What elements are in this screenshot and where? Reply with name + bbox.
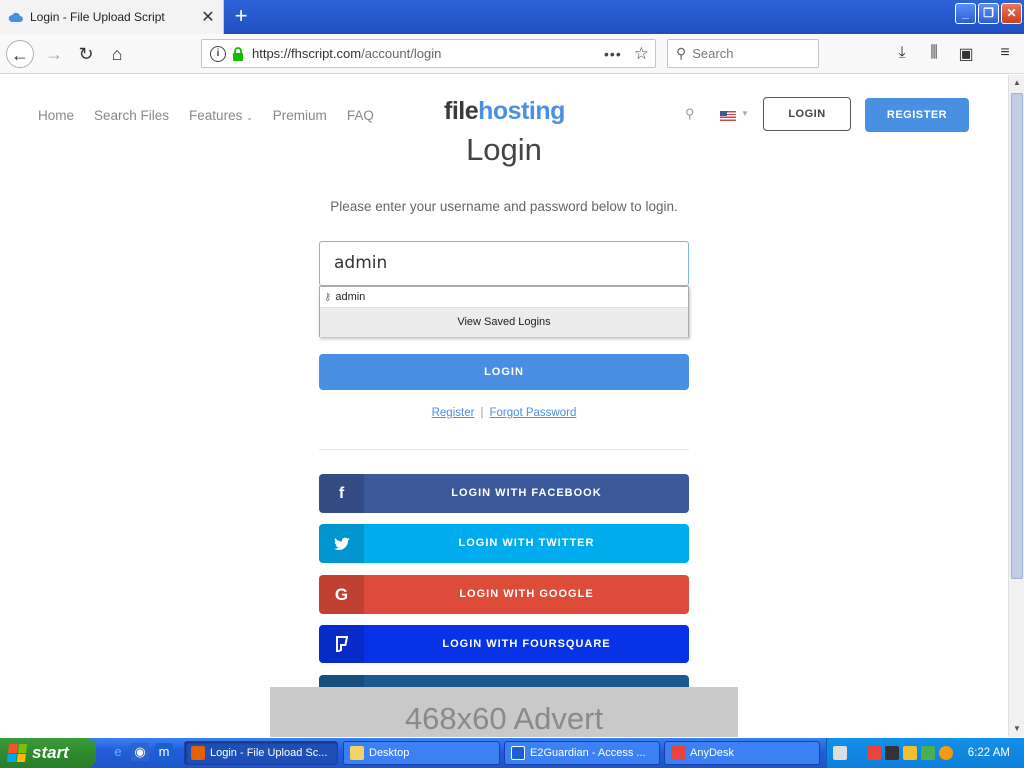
browser-titlebar: Login - File Upload Script ✕ + _ ❐ ✕	[0, 0, 1024, 34]
twitter-icon	[319, 524, 364, 563]
scroll-thumb[interactable]	[1011, 93, 1023, 579]
e2guardian-icon	[511, 746, 525, 760]
view-saved-logins[interactable]: View Saved Logins	[320, 308, 688, 337]
forgot-password-link[interactable]: Forgot Password	[489, 407, 576, 419]
back-button[interactable]: ←	[6, 40, 34, 68]
us-flag-icon[interactable]	[720, 111, 736, 121]
taskbar-item-browser[interactable]: Login - File Upload Sc...	[184, 741, 338, 765]
menu-icon[interactable]: ≡	[995, 44, 1015, 64]
url-text: https://fhscript.com/account/login	[252, 46, 442, 61]
security-icon[interactable]	[921, 746, 935, 760]
info-icon[interactable]: i	[210, 45, 226, 62]
home-button[interactable]: ⌂	[103, 40, 131, 68]
key-icon: ⚷	[324, 291, 332, 303]
page-scrollbar[interactable]: ▲ ▼	[1008, 75, 1024, 737]
start-button[interactable]: start	[0, 738, 96, 768]
site-logo[interactable]: filehosting	[444, 97, 565, 126]
header-login-button[interactable]: LOGIN	[763, 97, 851, 131]
username-field[interactable]: admin	[319, 241, 689, 286]
auth-links: Register | Forgot Password	[431, 407, 577, 419]
browser-tab[interactable]: Login - File Upload Script ✕	[0, 0, 224, 34]
reload-button[interactable]: ↻	[72, 40, 100, 68]
register-link[interactable]: Register	[432, 407, 475, 419]
browser-toolbar: ← → ↻ ⌂ i https://fhscript.com/account/l…	[0, 34, 1024, 74]
google-login-button[interactable]: G LOGIN WITH GOOGLE	[319, 575, 689, 614]
foursquare-icon	[319, 625, 364, 663]
facebook-icon: f	[319, 474, 364, 513]
network-icon[interactable]	[885, 746, 899, 760]
lock-icon	[233, 46, 243, 61]
clock: 6:22 AM	[967, 747, 1010, 759]
chevron-down-icon: ⌄	[246, 113, 253, 122]
divider	[319, 449, 689, 450]
firefox-icon	[191, 746, 205, 760]
restore-button[interactable]: ❐	[978, 3, 999, 24]
scroll-up-icon[interactable]: ▲	[1009, 75, 1024, 91]
keyboard-icon[interactable]	[833, 746, 847, 760]
windows-logo-icon	[6, 744, 28, 762]
nav-faq[interactable]: FAQ	[347, 108, 374, 123]
page-title: Login	[466, 132, 542, 167]
nav-features[interactable]: Features ⌄	[189, 108, 253, 123]
header-register-button[interactable]: REGISTER	[865, 98, 969, 132]
search-icon: ⚲	[676, 45, 687, 61]
facebook-login-button[interactable]: f LOGIN WITH FACEBOOK	[319, 474, 689, 513]
autocomplete-dropdown: ⚷ admin View Saved Logins	[319, 286, 689, 337]
download-icon[interactable]: ⤓	[892, 44, 912, 64]
ie-icon[interactable]: e	[109, 743, 127, 761]
system-tray: 6:22 AM	[826, 738, 1024, 768]
sidebar-icon[interactable]: ▣	[956, 44, 976, 64]
autocomplete-item[interactable]: ⚷ admin	[320, 287, 688, 308]
twitter-login-button[interactable]: LOGIN WITH TWITTER	[319, 524, 689, 563]
login-submit-button[interactable]: LOGIN	[319, 354, 689, 390]
folder-icon	[350, 746, 364, 760]
nav-premium[interactable]: Premium	[273, 108, 327, 123]
scroll-down-icon[interactable]: ▼	[1009, 721, 1024, 737]
chevron-down-icon[interactable]: ▼	[741, 109, 749, 118]
advert-banner[interactable]: 468x60 Advert	[270, 687, 738, 737]
search-icon[interactable]: ⚲	[685, 106, 695, 122]
cloud-icon	[8, 12, 23, 22]
nav-search-files[interactable]: Search Files	[94, 108, 169, 123]
google-icon: G	[319, 575, 364, 614]
taskbar-item-anydesk[interactable]: AnyDesk	[664, 741, 820, 765]
firefox-icon[interactable]: ◉	[131, 743, 149, 761]
nav-home[interactable]: Home	[38, 108, 74, 123]
anydesk-tray-icon[interactable]	[867, 746, 881, 760]
bookmark-star-icon[interactable]: ☆	[634, 44, 649, 64]
library-icon[interactable]: ⫼	[924, 44, 944, 64]
site-nav: Home Search Files Features ⌄ Premium FAQ	[38, 108, 374, 123]
taskbar-item-e2guardian[interactable]: E2Guardian - Access ...	[504, 741, 660, 765]
e2guardian-icon[interactable]: m	[155, 743, 173, 761]
login-instructions: Please enter your username and password …	[330, 199, 678, 214]
page-actions-icon[interactable]: •••	[604, 46, 622, 62]
web-page: Home Search Files Features ⌄ Premium FAQ…	[0, 75, 1008, 737]
windows-taskbar: start e ◉ m Login - File Upload Sc... De…	[0, 738, 1024, 768]
search-placeholder: Search	[692, 46, 734, 61]
search-tray-icon[interactable]	[939, 746, 953, 760]
minimize-button[interactable]: _	[955, 3, 976, 24]
taskbar-item-desktop[interactable]: Desktop	[343, 741, 500, 765]
address-bar[interactable]: i https://fhscript.com/account/login •••…	[201, 39, 656, 68]
close-tab-icon[interactable]: ✕	[193, 7, 223, 27]
new-tab-button[interactable]: +	[228, 4, 254, 30]
shield-icon[interactable]	[903, 746, 917, 760]
tab-title: Login - File Upload Script	[30, 10, 165, 24]
forward-button[interactable]: →	[40, 40, 68, 68]
search-input[interactable]: ⚲ Search	[667, 39, 819, 68]
anydesk-icon	[671, 746, 685, 760]
close-window-button[interactable]: ✕	[1001, 3, 1022, 24]
foursquare-login-button[interactable]: LOGIN WITH FOURSQUARE	[319, 625, 689, 663]
